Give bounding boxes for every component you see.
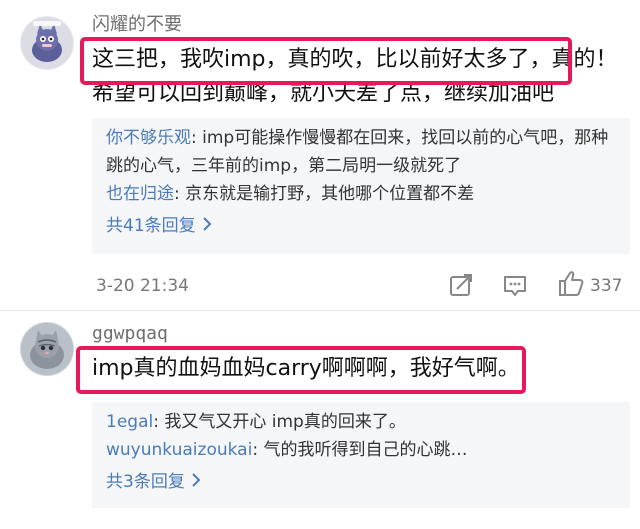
reply-item[interactable]: wuyunkuaizoukai: 气的我听得到自己的心跳… [106, 436, 616, 464]
reply-username[interactable]: 你不够乐观 [106, 128, 191, 148]
reply-text: 我又气又开心 imp真的回来了。 [158, 412, 406, 432]
reply-text: 气的我听得到自己的心跳… [258, 440, 468, 460]
reply-username[interactable]: 1egal [106, 412, 153, 432]
comment-timestamp: 3-20 21:34 [96, 276, 189, 296]
comment-text: imp真的血妈血妈carry啊啊啊，我好气啊。 [92, 356, 520, 381]
share-icon[interactable] [446, 270, 476, 300]
more-replies-label: 共41条回复 [106, 216, 196, 236]
reply-item[interactable]: 1egal: 我又气又开心 imp真的回来了。 [106, 408, 616, 436]
more-replies-link[interactable]: 共3条回复 [106, 468, 616, 496]
like-count: 337 [590, 276, 623, 296]
avatar[interactable] [20, 322, 74, 376]
reply-username[interactable]: 也在归途 [106, 184, 174, 204]
reply-username[interactable]: wuyunkuaizoukai [106, 440, 252, 460]
divider [0, 310, 640, 311]
comment-text: 这三把，我吹imp，真的吹，比以前好太多了，真的！希望可以回到巅峰，就小夭差了点… [92, 47, 618, 106]
comment-icon[interactable] [500, 270, 530, 300]
comment-username[interactable]: 闪耀的不要 [92, 16, 182, 34]
chevron-right-icon [202, 212, 212, 240]
more-replies-link[interactable]: 共41条回复 [106, 212, 616, 240]
more-replies-label: 共3条回复 [106, 472, 185, 492]
reply-panel: 你不够乐观: imp可能操作慢慢都在回来，找回以前的心气吧，那种跳的心气，三年前… [92, 118, 630, 254]
chevron-right-icon [191, 468, 201, 496]
thumbs-up-icon[interactable] [556, 268, 586, 298]
avatar[interactable] [20, 16, 74, 70]
reply-text: 京东就是输打野，其他哪个位置都不差 [179, 184, 475, 204]
comment-username[interactable]: ggwpqaq [92, 325, 168, 343]
reply-panel: 1egal: 我又气又开心 imp真的回来了。 wuyunkuaizoukai:… [92, 402, 630, 508]
reply-item[interactable]: 也在归途: 京东就是输打野，其他哪个位置都不差 [106, 180, 616, 208]
reply-item[interactable]: 你不够乐观: imp可能操作慢慢都在回来，找回以前的心气吧，那种跳的心气，三年前… [106, 124, 616, 180]
